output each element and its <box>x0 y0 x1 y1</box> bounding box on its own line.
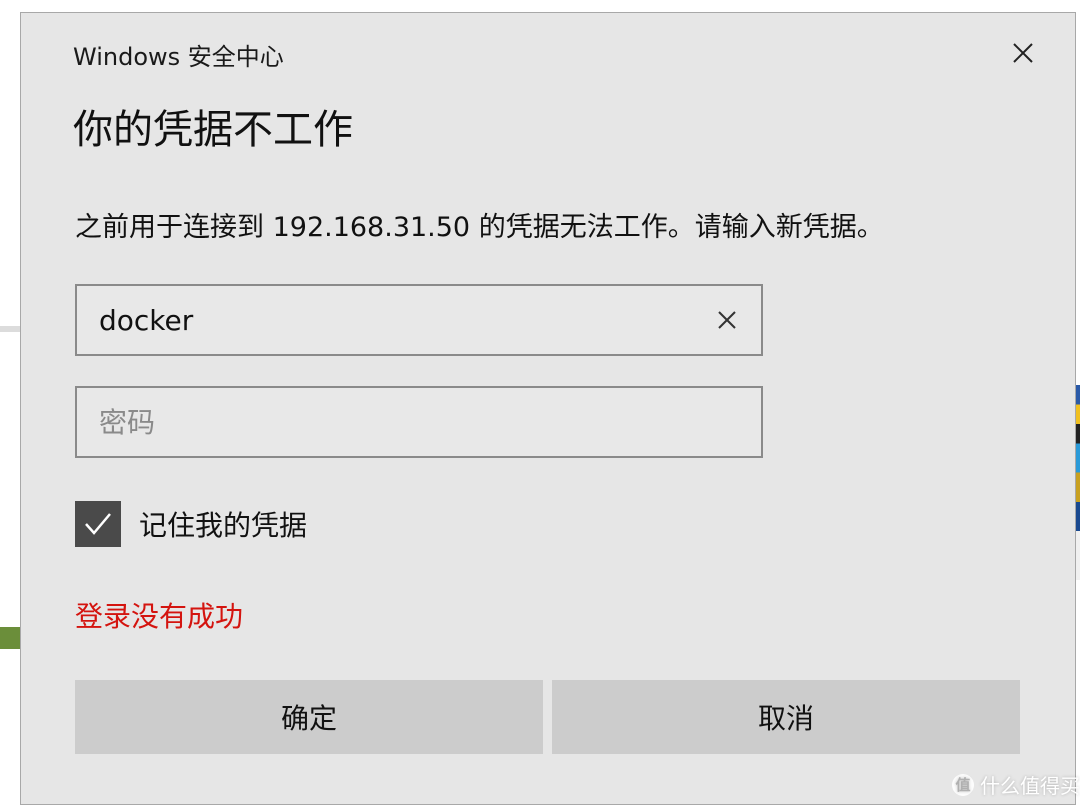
watermark-text: 什么值得买 <box>980 774 1080 798</box>
dialog-heading: 你的凭据不工作 <box>73 107 353 153</box>
username-field[interactable] <box>75 284 763 356</box>
clear-username-button[interactable] <box>713 306 741 334</box>
remember-label: 记住我的凭据 <box>139 509 308 542</box>
password-input[interactable] <box>97 404 741 440</box>
dialog-message: 之前用于连接到 192.168.31.50 的凭据无法工作。请输入新凭据。 <box>75 212 884 243</box>
remember-checkbox[interactable] <box>75 501 121 547</box>
clear-icon <box>718 311 736 329</box>
cancel-button[interactable]: 取消 <box>552 680 1020 754</box>
watermark-logo-icon: 值 <box>952 773 974 796</box>
credential-dialog: Windows 安全中心 你的凭据不工作 之前用于连接到 192.168.31.… <box>20 12 1076 805</box>
error-message: 登录没有成功 <box>75 600 244 633</box>
dialog-app-title: Windows 安全中心 <box>73 43 284 71</box>
background-window-left-mid <box>0 332 20 627</box>
watermark: 值 什么值得买 <box>952 770 1080 799</box>
close-button[interactable] <box>999 31 1047 75</box>
remember-credentials[interactable]: 记住我的凭据 <box>75 501 307 547</box>
username-input[interactable] <box>97 302 705 338</box>
background-window-left-top <box>0 0 20 330</box>
ok-button[interactable]: 确定 <box>75 680 543 754</box>
background-window-right-strip <box>1076 385 1080 580</box>
checkmark-icon <box>85 513 111 535</box>
close-icon <box>1013 43 1033 63</box>
background-window-left-green <box>0 627 20 649</box>
password-field[interactable] <box>75 386 763 458</box>
